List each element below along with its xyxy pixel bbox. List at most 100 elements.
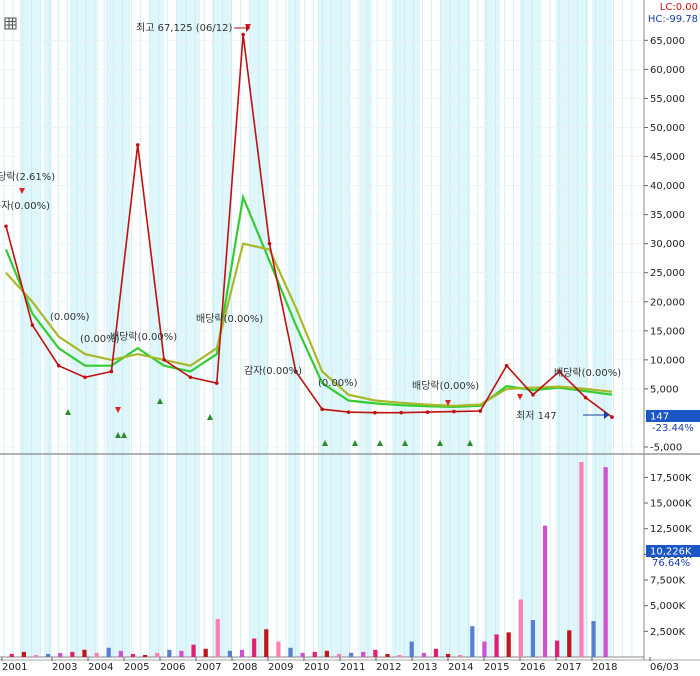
price-tick-label-10: 15,000: [650, 326, 685, 337]
price-tick-label-1: 60,000: [650, 65, 685, 76]
volume-bar-9: [118, 650, 123, 657]
volume-bar-31: [385, 653, 390, 657]
price-volume-chart: 65,000 60,000 55,000 50,000 45,000 40,000 35,0…: [0, 0, 700, 676]
current-price-change: -23.44%: [652, 423, 694, 434]
price-tick-label-0: 65,000: [650, 36, 685, 47]
volume-bar-15: [191, 644, 196, 657]
price-tick-label-13: -5,000: [650, 443, 682, 454]
price-point-3: [83, 375, 87, 380]
volume-tick-label-1: 15,000K: [650, 499, 692, 510]
volume-bar-28: [348, 652, 354, 657]
event-label-8: (0.00%): [318, 378, 358, 389]
volume-bar-41: [506, 632, 511, 657]
volume-bar-3: [45, 653, 51, 657]
volume-bar-13: [167, 649, 172, 657]
price-point-22: [583, 395, 588, 400]
volume-bar-7: [94, 652, 99, 657]
x-tick-label-12: 2014: [448, 662, 473, 673]
x-tick-label-1: 2003: [52, 662, 77, 673]
volume-bar-4: [58, 652, 63, 657]
x-tick-label-3: 2005: [124, 662, 149, 673]
x-tick-label-10: 2012: [376, 662, 401, 673]
price-tick-label-11: 10,000: [650, 355, 685, 366]
volume-bar-14: [179, 650, 184, 657]
price-tick-label-5: 40,000: [650, 181, 685, 192]
volume-bar-49: [603, 467, 608, 657]
volume-bar-2: [33, 654, 39, 657]
volume-bar-10: [130, 653, 136, 657]
volume-tick-label-0: 17,500K: [650, 473, 692, 484]
volume-tick-label-5: 5,000K: [650, 601, 686, 612]
volume-bar-25: [312, 651, 317, 657]
event-label-10: 배당락(0.00%): [554, 367, 621, 379]
volume-tick-label-4: 7,500K: [650, 576, 686, 587]
volume-bar-30: [373, 649, 378, 657]
event-label-7: 감자(0.00%): [244, 365, 302, 377]
event-label-3: (0.00%): [50, 312, 90, 323]
x-tick-label-2: 2004: [88, 662, 113, 673]
volume-bar-33: [409, 641, 414, 657]
volume-bar-32: [397, 654, 402, 657]
event-label-1: 배당락(2.61%): [0, 171, 55, 183]
volume-bar-36: [445, 653, 451, 657]
x-tick-label-8: 2010: [304, 662, 329, 673]
price-tick-label-3: 50,000: [650, 123, 685, 134]
volume-bar-48: [591, 621, 596, 657]
price-point-15: [399, 410, 404, 415]
price-point-20: [531, 392, 535, 397]
volume-bar-46: [567, 630, 572, 657]
volume-bar-12: [155, 652, 160, 657]
price-point-4: [109, 369, 114, 374]
price-point-2: [56, 363, 61, 368]
volume-bar-34: [421, 652, 426, 657]
price-tick-label-8: 25,000: [650, 268, 685, 279]
volume-bar-0: [9, 653, 14, 657]
volume-bar-29: [361, 651, 366, 657]
volume-bar-8: [106, 647, 111, 657]
current-price-box: 147: [646, 410, 700, 423]
volume-bar-38: [470, 626, 475, 657]
volume-bar-23: [288, 647, 293, 657]
volume-bar-22: [276, 641, 281, 657]
price-tick-label-7: 30,000: [650, 239, 685, 250]
x-tick-label-16: 2018: [592, 662, 617, 673]
x-tick-label-0: 2001: [2, 662, 27, 673]
x-tick-label-14: 2016: [520, 662, 545, 673]
event-label-9: 배당락(0.00%): [412, 380, 479, 392]
high-annotation: 최고 67,125 (06/12): [136, 22, 232, 34]
price-point-19: [504, 363, 509, 368]
volume-bar-37: [458, 654, 463, 657]
volume-bar-6: [82, 649, 87, 657]
volume-bar-44: [542, 525, 548, 657]
volume-bar-39: [482, 641, 487, 657]
volume-bar-27: [336, 653, 342, 657]
low-annotation: 최저 147: [516, 410, 557, 422]
volume-bar-43: [530, 620, 536, 657]
price-tick-label-4: 45,000: [650, 152, 685, 163]
volume-bar-21: [264, 629, 269, 657]
x-tick-label-11: 2013: [412, 662, 437, 673]
volume-bar-40: [494, 634, 499, 657]
hc-label: HC:-99.78: [648, 14, 698, 25]
volume-bar-20: [252, 638, 257, 657]
grid-menu-icon[interactable]: [4, 17, 17, 30]
volume-bar-1: [21, 651, 26, 657]
x-tick-label-6: 2008: [232, 662, 257, 673]
volume-bar-35: [433, 648, 439, 657]
price-point-14: [373, 410, 377, 415]
volume-bar-24: [300, 652, 305, 657]
volume-bar-5: [70, 651, 75, 657]
current-volume-value: 10,226K: [650, 547, 692, 558]
volume-bar-47: [579, 462, 584, 657]
price-tick-label-9: 20,000: [650, 297, 685, 308]
volume-bar-19: [239, 649, 245, 657]
event-label-2: 증자(0.00%): [0, 200, 50, 212]
volume-bar-45: [555, 640, 560, 657]
price-point-17: [452, 409, 456, 414]
price-point-0: [4, 224, 8, 229]
x-tick-label-7: 2009: [268, 662, 293, 673]
price-point-23: [610, 415, 614, 419]
lc-label: LC:0.00: [660, 2, 698, 13]
volume-bar-16: [203, 648, 208, 657]
x-tick-label-9: 2011: [340, 662, 365, 673]
